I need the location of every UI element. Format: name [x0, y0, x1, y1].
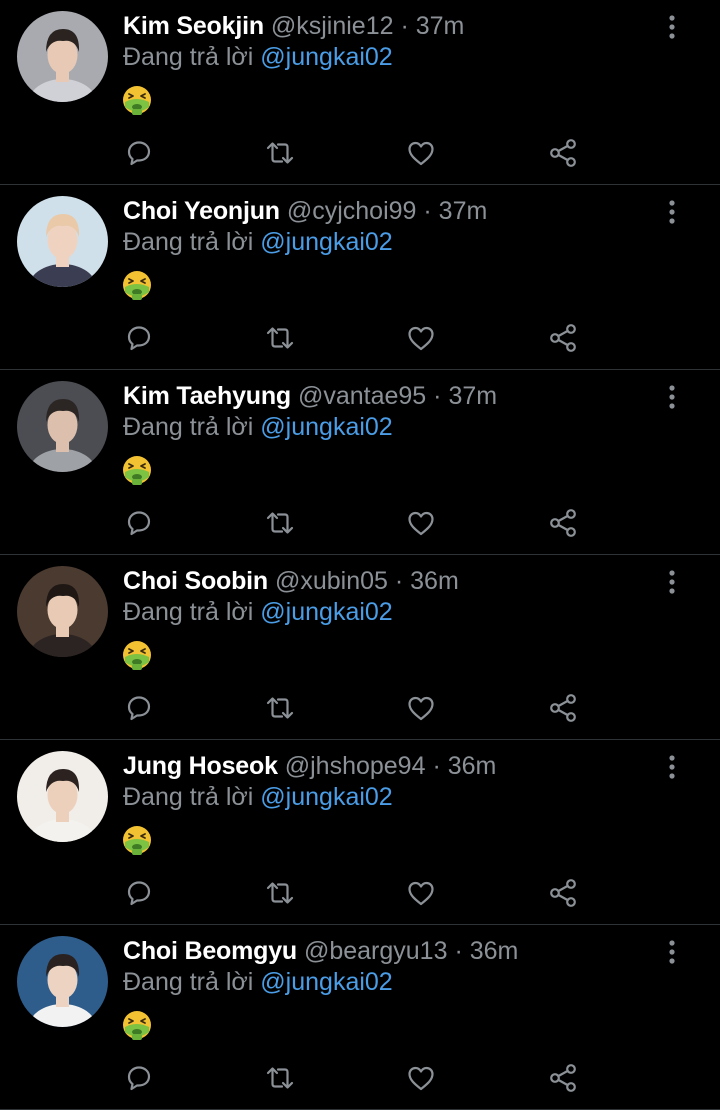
separator: ·	[394, 567, 404, 595]
more-options-icon[interactable]	[664, 754, 680, 780]
tweet[interactable]: Choi Soobin @xubin05 · 36m Đang trả lời …	[0, 555, 720, 740]
share-icon[interactable]	[548, 138, 578, 168]
retweet-icon[interactable]	[265, 1063, 295, 1093]
reply-prefix: Đang trả lời	[123, 43, 254, 71]
reply-prefix: Đang trả lời	[123, 783, 254, 811]
reply-feed: Kim Seokjin @ksjinie12 · 37m Đang trả lờ…	[0, 0, 720, 1110]
avatar[interactable]	[17, 11, 108, 102]
retweet-icon[interactable]	[265, 508, 295, 538]
avatar[interactable]	[17, 936, 108, 1027]
display-name[interactable]: Choi Beomgyu	[123, 937, 297, 965]
heart-icon[interactable]	[406, 323, 436, 353]
timestamp[interactable]: 36m	[448, 752, 497, 780]
tweet[interactable]: Kim Seokjin @ksjinie12 · 37m Đang trả lờ…	[0, 0, 720, 185]
reply-mention[interactable]: @jungkai02	[260, 228, 392, 256]
share-icon[interactable]	[548, 508, 578, 538]
handle[interactable]: @ksjinie12	[271, 12, 394, 40]
avatar[interactable]	[17, 566, 108, 657]
more-options-icon[interactable]	[664, 199, 680, 225]
separator: ·	[423, 197, 432, 225]
avatar[interactable]	[17, 751, 108, 842]
timestamp[interactable]: 36m	[470, 937, 519, 965]
handle[interactable]: @cyjchoi99	[287, 197, 417, 225]
tweet-actions	[0, 323, 720, 353]
tweet[interactable]: Choi Beomgyu @beargyu13 · 36m Đang trả l…	[0, 925, 720, 1110]
separator: ·	[433, 382, 442, 410]
handle[interactable]: @xubin05	[275, 567, 388, 595]
heart-icon[interactable]	[406, 138, 436, 168]
nauseated-face-emoji: 🤮	[122, 1010, 152, 1040]
tweet-list: Kim Seokjin @ksjinie12 · 37m Đang trả lờ…	[0, 0, 720, 1110]
reply-icon[interactable]	[124, 693, 154, 723]
reply-mention[interactable]: @jungkai02	[260, 598, 392, 626]
reply-icon[interactable]	[124, 138, 154, 168]
display-name[interactable]: Choi Soobin	[123, 567, 268, 595]
reply-mention[interactable]: @jungkai02	[260, 413, 392, 441]
tweet-actions	[0, 138, 720, 168]
avatar[interactable]	[17, 196, 108, 287]
nauseated-face-emoji: 🤮	[122, 825, 152, 855]
reply-mention[interactable]: @jungkai02	[260, 783, 392, 811]
tweet-actions	[0, 693, 720, 723]
more-options-icon[interactable]	[664, 569, 680, 595]
share-icon[interactable]	[548, 1063, 578, 1093]
more-options-icon[interactable]	[664, 384, 680, 410]
display-name[interactable]: Choi Yeonjun	[123, 197, 280, 225]
timestamp[interactable]: 36m	[410, 567, 459, 595]
reply-prefix: Đang trả lời	[123, 228, 254, 256]
tweet[interactable]: Jung Hoseok @jhshope94 · 36m Đang trả lờ…	[0, 740, 720, 925]
separator: ·	[400, 12, 409, 40]
reply-prefix: Đang trả lời	[123, 598, 254, 626]
timestamp[interactable]: 37m	[439, 197, 488, 225]
separator: ·	[432, 752, 441, 780]
heart-icon[interactable]	[406, 878, 436, 908]
handle[interactable]: @vantae95	[298, 382, 426, 410]
heart-icon[interactable]	[406, 693, 436, 723]
display-name[interactable]: Kim Seokjin	[123, 12, 264, 40]
reply-icon[interactable]	[124, 323, 154, 353]
reply-mention[interactable]: @jungkai02	[260, 43, 392, 71]
timestamp[interactable]: 37m	[416, 12, 465, 40]
more-options-icon[interactable]	[664, 14, 680, 40]
tweet-actions	[0, 878, 720, 908]
tweet-actions	[0, 508, 720, 538]
share-icon[interactable]	[548, 878, 578, 908]
tweet[interactable]: Choi Yeonjun @cyjchoi99 · 37m Đang trả l…	[0, 185, 720, 370]
share-icon[interactable]	[548, 323, 578, 353]
reply-icon[interactable]	[124, 508, 154, 538]
retweet-icon[interactable]	[265, 878, 295, 908]
reply-prefix: Đang trả lời	[123, 968, 254, 996]
nauseated-face-emoji: 🤮	[122, 270, 152, 300]
share-icon[interactable]	[548, 693, 578, 723]
handle[interactable]: @jhshope94	[285, 752, 426, 780]
reply-prefix: Đang trả lời	[123, 413, 254, 441]
separator: ·	[454, 937, 463, 965]
display-name[interactable]: Jung Hoseok	[123, 752, 278, 780]
tweet-actions	[0, 1063, 720, 1093]
nauseated-face-emoji: 🤮	[122, 85, 152, 115]
nauseated-face-emoji: 🤮	[122, 455, 152, 485]
timestamp[interactable]: 37m	[448, 382, 497, 410]
retweet-icon[interactable]	[265, 138, 295, 168]
reply-icon[interactable]	[124, 1063, 154, 1093]
display-name[interactable]: Kim Taehyung	[123, 382, 291, 410]
heart-icon[interactable]	[406, 1063, 436, 1093]
avatar[interactable]	[17, 381, 108, 472]
tweet[interactable]: Kim Taehyung @vantae95 · 37m Đang trả lờ…	[0, 370, 720, 555]
nauseated-face-emoji: 🤮	[122, 640, 152, 670]
more-options-icon[interactable]	[664, 939, 680, 965]
handle[interactable]: @beargyu13	[304, 937, 448, 965]
retweet-icon[interactable]	[265, 323, 295, 353]
retweet-icon[interactable]	[265, 693, 295, 723]
heart-icon[interactable]	[406, 508, 436, 538]
reply-icon[interactable]	[124, 878, 154, 908]
reply-mention[interactable]: @jungkai02	[260, 968, 392, 996]
